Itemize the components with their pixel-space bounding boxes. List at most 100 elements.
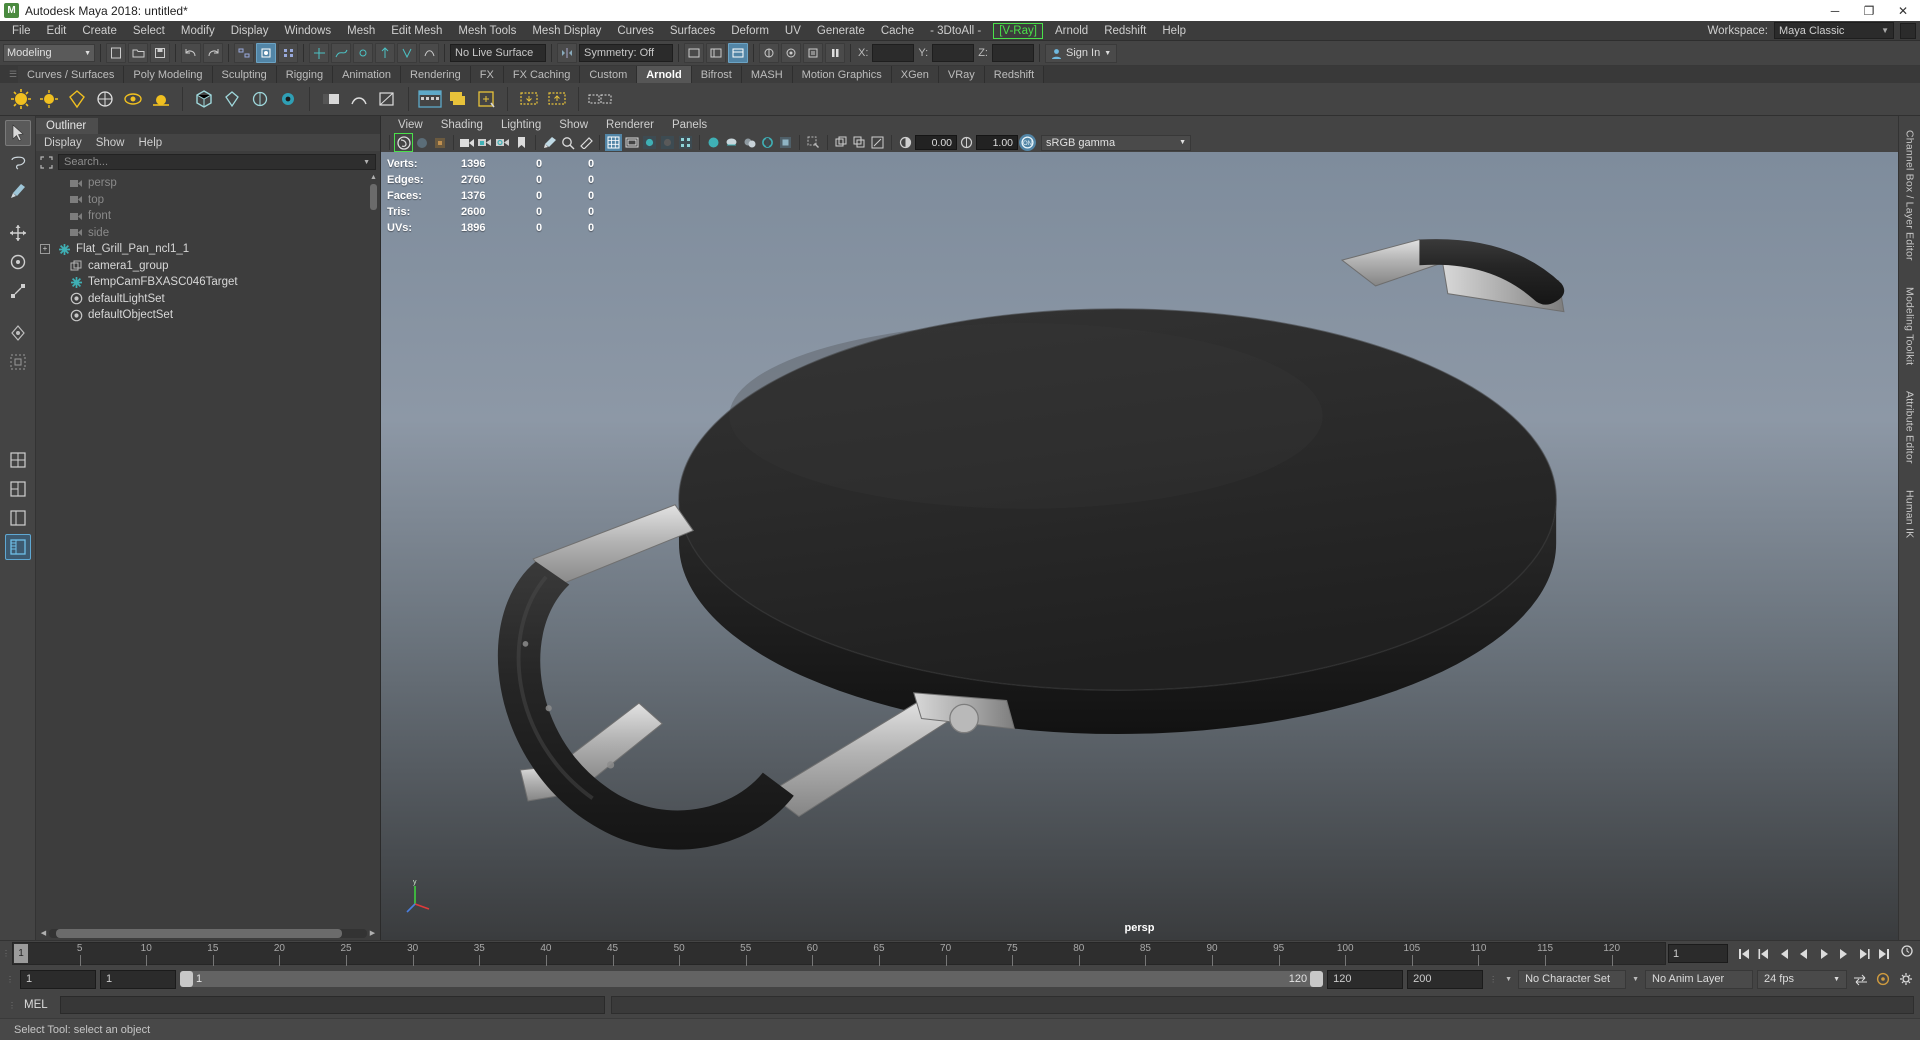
- film-gate-icon[interactable]: [623, 134, 640, 151]
- arnold-area-light-icon[interactable]: [8, 86, 34, 112]
- gamma-input[interactable]: 1.00: [976, 135, 1018, 150]
- menu-3dtoall[interactable]: - 3DtoAll -: [922, 22, 989, 40]
- shelf-tab-vray[interactable]: VRay: [938, 66, 985, 83]
- viewport-menu-renderer[interactable]: Renderer: [597, 119, 663, 131]
- show-hide-ui-a-button[interactable]: [684, 43, 704, 63]
- camera-icon[interactable]: [459, 134, 476, 151]
- menu-mesh-tools[interactable]: Mesh Tools: [450, 22, 524, 40]
- menu-windows[interactable]: Windows: [276, 22, 339, 40]
- list-item[interactable]: defaultObjectSet: [36, 307, 380, 324]
- range-grip-icon[interactable]: ⋮: [4, 975, 16, 984]
- outliner-menu-show[interactable]: Show: [96, 137, 125, 149]
- layout-single-pane-button[interactable]: [5, 447, 31, 473]
- arnold-export-ass-icon[interactable]: [544, 86, 570, 112]
- arnold-render-sequence-icon[interactable]: [445, 86, 471, 112]
- outliner-menu-display[interactable]: Display: [44, 137, 82, 149]
- arnold-photometric-light-icon[interactable]: [92, 86, 118, 112]
- command-output-field[interactable]: [611, 996, 1914, 1014]
- select-by-hierarchy-button[interactable]: [234, 43, 254, 63]
- lasso-tool-button[interactable]: [5, 149, 31, 175]
- axis-x-input[interactable]: [872, 44, 915, 62]
- scroll-thumb[interactable]: [370, 184, 377, 210]
- scroll-thumb[interactable]: [56, 928, 343, 938]
- isolate-select-icon[interactable]: [805, 134, 822, 151]
- range-end-input[interactable]: 200: [1407, 969, 1484, 989]
- close-button[interactable]: ✕: [1886, 0, 1920, 21]
- menu-redshift[interactable]: Redshift: [1096, 22, 1154, 40]
- symmetry-toggle-icon[interactable]: [557, 43, 577, 63]
- dock-item-modeling-toolkit[interactable]: Modeling Toolkit: [1904, 279, 1916, 373]
- time-slider-grip-icon[interactable]: ⋮: [0, 941, 12, 966]
- time-slider[interactable]: 1 5 10 15 20 25 30 35 40 45 50 55 60 65 70 75 80 85 90 95 1…: [12, 942, 1666, 966]
- go-to-start-button[interactable]: [1734, 944, 1753, 963]
- open-scene-button[interactable]: [128, 43, 148, 63]
- shelf-tab-animation[interactable]: Animation: [333, 66, 402, 83]
- snap-align-tool-button[interactable]: [5, 320, 31, 346]
- last-tool-used-button[interactable]: [5, 349, 31, 375]
- save-scene-button[interactable]: [150, 43, 170, 63]
- expand-toggle-icon[interactable]: +: [40, 244, 50, 255]
- viewport-menu-lighting[interactable]: Lighting: [492, 119, 550, 131]
- select-by-component-type-button[interactable]: [278, 43, 298, 63]
- ipr-region-icon[interactable]: [431, 134, 448, 151]
- list-item[interactable]: top: [36, 192, 380, 209]
- dock-item-channel-box[interactable]: Channel Box / Layer Editor: [1904, 122, 1916, 269]
- camera-settings-icon[interactable]: [495, 134, 512, 151]
- step-forward-key-button[interactable]: [1854, 944, 1873, 963]
- scroll-left-icon[interactable]: ◀: [38, 929, 49, 937]
- shelf-tab-rendering[interactable]: Rendering: [401, 66, 471, 83]
- render-globe-icon[interactable]: [413, 134, 430, 151]
- paint-select-tool-button[interactable]: [5, 178, 31, 204]
- use-default-material-icon[interactable]: [741, 134, 758, 151]
- command-input[interactable]: [60, 996, 605, 1014]
- list-item[interactable]: front: [36, 208, 380, 225]
- step-forward-frame-button[interactable]: [1834, 944, 1853, 963]
- arnold-flat-icon[interactable]: [318, 86, 344, 112]
- menu-mesh-display[interactable]: Mesh Display: [524, 22, 609, 40]
- color-management-toggle-icon[interactable]: ON: [1019, 134, 1036, 151]
- zoom-tool-icon[interactable]: [559, 134, 576, 151]
- render-settings-button[interactable]: [803, 43, 823, 63]
- shelf-tab-mash[interactable]: MASH: [741, 66, 793, 83]
- show-hide-editors-button[interactable]: [728, 43, 748, 63]
- menu-select[interactable]: Select: [125, 22, 173, 40]
- arnold-skydome-light-icon[interactable]: [36, 86, 62, 112]
- list-item[interactable]: camera1_group: [36, 258, 380, 275]
- exposure-input[interactable]: 0.00: [915, 135, 957, 150]
- select-by-object-type-button[interactable]: [256, 43, 276, 63]
- viewport-menu-view[interactable]: View: [389, 119, 432, 131]
- shelf-tab-custom[interactable]: Custom: [580, 66, 638, 83]
- range-start-handle[interactable]: [180, 971, 193, 987]
- viewport-menu-panels[interactable]: Panels: [663, 119, 716, 131]
- chevron-down-icon[interactable]: ▼: [1503, 976, 1514, 983]
- menu-generate[interactable]: Generate: [809, 22, 873, 40]
- arnold-mesh-light-icon[interactable]: [64, 86, 90, 112]
- dock-item-attribute-editor[interactable]: Attribute Editor: [1904, 383, 1916, 472]
- minimize-button[interactable]: ─: [1818, 0, 1852, 21]
- select-tool-button[interactable]: [4, 120, 31, 146]
- workspace-dropdown[interactable]: Maya Classic ▼: [1774, 22, 1894, 39]
- time-slider-playhead[interactable]: 1: [14, 944, 28, 963]
- pause-render-button[interactable]: [825, 43, 845, 63]
- snap-to-projected-center-button[interactable]: [375, 43, 395, 63]
- go-to-end-button[interactable]: [1874, 944, 1893, 963]
- shelf-tab-rigging[interactable]: Rigging: [276, 66, 334, 83]
- arnold-bump-icon[interactable]: [346, 86, 372, 112]
- arnold-standin-icon[interactable]: [191, 86, 217, 112]
- axis-z-input[interactable]: [991, 44, 1034, 62]
- live-surface-field[interactable]: No Live Surface: [450, 44, 546, 62]
- redo-button[interactable]: [203, 43, 223, 63]
- character-set-dropdown[interactable]: No Character Set: [1518, 969, 1627, 989]
- range-slider[interactable]: 1 120: [180, 971, 1324, 987]
- shelf-tab-xgen[interactable]: XGen: [891, 66, 939, 83]
- camera-lock-icon[interactable]: [477, 134, 494, 151]
- outliner-vertical-scrollbar[interactable]: ▲: [369, 174, 378, 924]
- bookmark-icon[interactable]: [513, 134, 530, 151]
- current-frame-input[interactable]: 1: [1668, 944, 1728, 963]
- view-transform-icon[interactable]: [869, 134, 886, 151]
- list-item[interactable]: persp: [36, 175, 380, 192]
- rotate-tool-button[interactable]: [5, 249, 31, 275]
- shelf-tab-fx-caching[interactable]: FX Caching: [503, 66, 581, 83]
- chevron-down-icon[interactable]: ▼: [1630, 976, 1641, 983]
- layout-two-pane-button[interactable]: [5, 476, 31, 502]
